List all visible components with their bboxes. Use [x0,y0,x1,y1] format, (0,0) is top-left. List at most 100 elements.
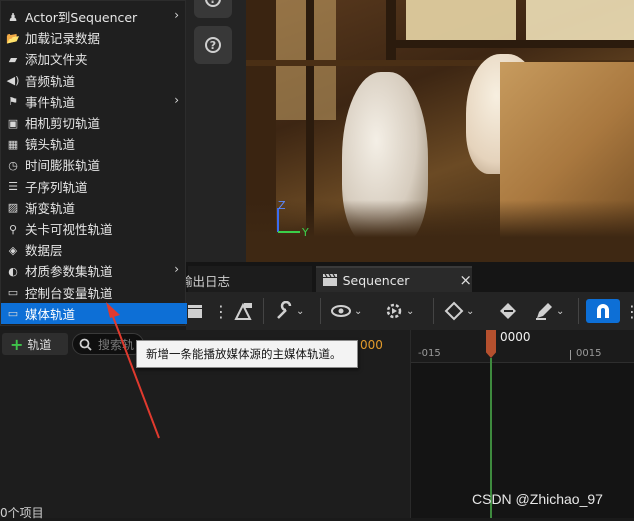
menu-item[interactable]: ◈ 数据层 [1,239,187,260]
subsequence-icon: ☰ [8,180,18,194]
material-icon: ◐ [8,264,18,278]
search-icon [79,338,92,351]
menu-item[interactable]: 📂 加载记录数据 [1,27,187,48]
annotation-arrow [106,302,160,439]
tick-label-left: -015 [418,348,441,359]
gear-play-icon [386,303,402,319]
flag-icon: ⚑ [8,95,18,109]
chevron-down-icon: ⌄ [466,305,475,317]
chevron-down-icon: ⌄ [406,305,415,317]
question-icon: ? [205,37,221,53]
help-button[interactable]: ? [194,26,232,64]
menu-item-label: 渐变轨道 [25,200,76,216]
menu-item[interactable]: ◀) 音频轨道 [1,70,187,91]
tick-mark [570,350,571,360]
console-icon: ▭ [7,286,19,300]
add-track-button[interactable]: + 轨道 [2,333,68,355]
watermark-text: CSDN @Zhichao_97 [472,491,603,507]
more-options-icon[interactable]: ⋮ [213,298,229,324]
settings-button[interactable]: ? [194,0,232,18]
toolbar-separator [320,298,321,324]
toolbar-separator [263,298,264,324]
layers-icon: ◈ [8,243,18,257]
fade-icon: ▨ [7,201,19,215]
menu-item-label: 时间膨胀轨道 [25,158,101,174]
menu-item[interactable]: ▰ 添加文件夹 [1,48,187,69]
menu-item-label: 关卡可视性轨道 [25,222,113,237]
key-fill-icon [500,303,516,319]
plus-icon: + [10,334,24,354]
playhead-handle[interactable] [486,330,496,358]
folder-open-icon: 📂 [6,31,20,45]
folder-icon: ▰ [8,52,18,66]
key-interpolation-dropdown[interactable]: ⌄ [444,298,474,324]
snap-toggle-button[interactable] [586,299,620,323]
playback-options-dropdown[interactable]: ⌄ [384,298,414,324]
menu-item[interactable]: ⚲ 关卡可视性轨道 [1,218,187,239]
clapperboard-icon [323,273,337,286]
close-tab-icon[interactable]: × [459,271,472,289]
add-track-menu: ♟ Actor到Sequencer › 📂 加载记录数据 ▰ 添加文件夹 ◀) 音频轨道 ⚑ 事件轨… [0,0,187,326]
viewport-side-toolbar: ? ? [186,0,246,262]
render-movie-button[interactable] [186,298,204,324]
current-time-field[interactable]: 000 [360,338,383,352]
camera-button[interactable] [232,298,254,324]
menu-item-label: 材质参数集轨道 [25,264,113,280]
toolbar-separator [578,298,579,324]
speaker-icon: ◀) [6,74,20,88]
wrench-icon [277,301,292,319]
menu-item[interactable]: ◐ 材质参数集轨道 › [1,260,187,281]
add-track-label: 轨道 [27,337,52,352]
tick-label-right: 0015 [576,348,602,359]
diamond-key-icon [444,301,464,321]
actor-icon: ♟ [8,10,18,24]
more-snap-options-icon[interactable]: ⋮ [624,298,634,324]
menu-item-label: Actor到Sequencer [25,10,138,25]
chevron-right-icon: › [174,92,179,107]
film-icon: ▦ [7,137,19,151]
axis-y-label: Y [301,226,309,239]
menu-item-label: 数据层 [25,243,63,259]
menu-item[interactable]: ⚑ 事件轨道 › [1,91,187,112]
level-visibility-icon: ⚲ [8,222,18,236]
edit-mode-dropdown[interactable]: ⌄ [534,298,564,324]
menu-item-label: 添加文件夹 [25,52,88,68]
tv-icon: ▭ [7,307,19,321]
tab-sequencer[interactable]: Sequencer × [316,266,472,292]
menu-item-label: 相机剪切轨道 [25,116,101,131]
tab-sequencer-label: Sequencer [342,272,410,288]
menu-item-label: 音频轨道 [25,73,76,89]
menu-item-label: 子序列轨道 [25,179,88,195]
clock-icon: ◷ [8,158,18,172]
menu-item-label: 事件轨道 [25,94,76,110]
menu-item[interactable]: ☰ 子序列轨道 [1,176,187,197]
tab-output-log-label: 输出日志 [180,274,231,289]
menu-item[interactable]: ▣ 相机剪切轨道 [1,112,187,133]
tools-dropdown[interactable]: ⌄ [274,298,304,324]
pencil-icon [536,303,552,320]
menu-item[interactable]: ▦ 镜头轨道 [1,133,187,154]
help-icon: ? [205,0,221,7]
level-viewport[interactable]: Z Y [246,0,634,262]
view-options-dropdown[interactable]: ⌄ [330,298,362,324]
item-count-label: 0个项目 [0,506,44,520]
camera-cut-icon: ▣ [7,116,19,130]
axis-gizmo: Z Y [277,200,309,239]
magnet-icon [597,304,609,318]
auto-key-button[interactable] [498,298,518,324]
menu-item-label: 镜头轨道 [25,137,76,153]
chevron-down-icon: ⌄ [296,305,305,317]
toolbar-separator [433,298,434,324]
menu-item[interactable]: ◷ 时间膨胀轨道 [1,154,187,175]
menu-item[interactable]: ▨ 渐变轨道 [1,197,187,218]
menu-item-label: 控制台变量轨道 [25,285,113,301]
chevron-down-icon: ⌄ [354,305,363,317]
playhead-frame-label: 0000 [500,330,531,344]
tab-output-log[interactable]: 输出日志 [180,266,312,292]
axis-z-label: Z [278,200,286,212]
eye-icon [331,305,351,317]
menu-item[interactable]: ♟ Actor到Sequencer › [1,6,187,27]
chevron-down-icon: ⌄ [556,305,565,317]
chevron-right-icon: › [174,8,179,22]
render-icon [188,305,202,318]
